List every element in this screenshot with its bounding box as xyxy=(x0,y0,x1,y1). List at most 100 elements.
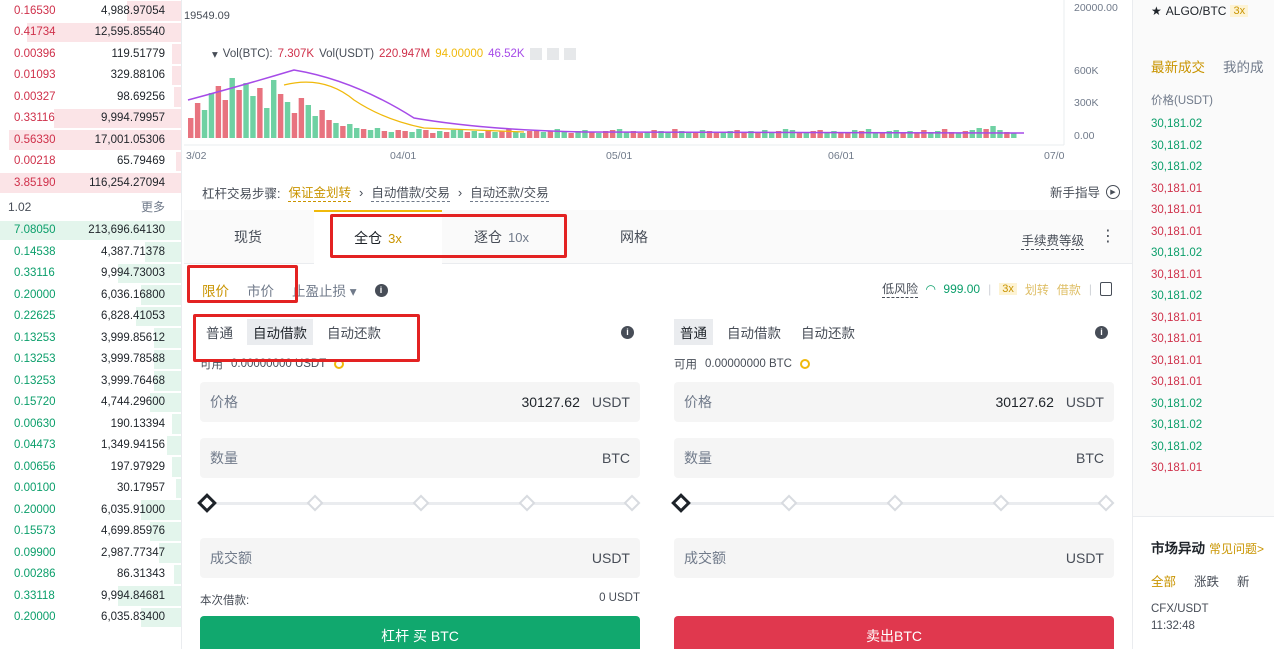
slider-mark-75[interactable] xyxy=(518,494,536,512)
buy-amount-slider[interactable] xyxy=(197,488,641,518)
slider-mark-50[interactable] xyxy=(886,494,904,512)
trade-row: 30,181.01 xyxy=(1151,225,1203,238)
row-price: 0.16530 xyxy=(14,4,56,17)
order-type-stop-limit[interactable]: 止盈止损 ▾ xyxy=(292,280,357,300)
volume-bar xyxy=(554,129,560,138)
row-price: 0.20000 xyxy=(14,611,56,624)
borrow-link[interactable]: 借款 xyxy=(1057,281,1081,298)
bids-row[interactable]: 0.15573 4,699.85976 xyxy=(0,521,181,543)
bids-row[interactable]: 0.15720 4,744.29600 xyxy=(0,392,181,414)
bids-row[interactable]: 0.33116 9,994.73003 xyxy=(0,263,181,285)
bids-row[interactable]: 0.14538 4,387.71378 xyxy=(0,241,181,263)
calculator-icon[interactable] xyxy=(1100,282,1112,296)
sell-mode-auto-borrow[interactable]: 自动借款 xyxy=(721,319,787,345)
bids-row[interactable]: 0.20000 6,035.83400 xyxy=(0,607,181,629)
bids-row[interactable]: 7.08050 213,696.64130 xyxy=(0,220,181,242)
slider-mark-100[interactable] xyxy=(1097,494,1115,512)
volume-bar xyxy=(388,132,394,138)
gauge-icon: ◠ xyxy=(926,282,936,296)
sell-amount-slider[interactable] xyxy=(671,488,1115,518)
legend-eye-icon[interactable] xyxy=(529,48,542,60)
asks-row[interactable]: 0.16530 4,988.97054 xyxy=(0,0,181,22)
step-auto-repay[interactable]: 自动还款/交易 xyxy=(470,182,549,202)
kline-chart[interactable]: 19549.09 ▾ Vol(BTC): 7.307K Vol(USDT) 22… xyxy=(184,0,1132,170)
tab-spot[interactable]: 现货 xyxy=(234,210,262,264)
buy-total-field[interactable]: 成交额 USDT xyxy=(200,538,640,578)
buy-price-field[interactable]: 价格 30127.62 USDT xyxy=(200,382,640,422)
bids-row[interactable]: 0.13253 3,999.78588 xyxy=(0,349,181,371)
volume-bar xyxy=(616,129,623,138)
legend-settings-icon[interactable] xyxy=(546,48,559,60)
bids-row[interactable]: 0.00656 197.97929 xyxy=(0,456,181,478)
slider-mark-50[interactable] xyxy=(412,494,430,512)
risk-level-label[interactable]: 低风险 xyxy=(882,280,919,298)
mkt-tab-change[interactable]: 涨跌 xyxy=(1194,571,1219,590)
market-move-item[interactable]: CFX/USDT 11:32:48 xyxy=(1151,601,1209,635)
asks-row[interactable]: 0.00327 98.69256 xyxy=(0,86,181,108)
tab-grid[interactable]: 网格 xyxy=(620,210,648,264)
asks-row[interactable]: 0.00218 65.79469 xyxy=(0,151,181,173)
bids-row[interactable]: 0.00100 30.17957 xyxy=(0,478,181,500)
faq-link[interactable]: 常见问题> xyxy=(1209,542,1264,556)
sell-mode-normal[interactable]: 普通 xyxy=(674,319,713,345)
slider-mark-75[interactable] xyxy=(992,494,1010,512)
sell-amount-field[interactable]: 数量 BTC xyxy=(674,438,1114,478)
row-amount: 17,001.05306 xyxy=(94,133,165,146)
volume-bar xyxy=(568,133,574,138)
legend-close-icon[interactable] xyxy=(563,48,576,60)
volume-bar xyxy=(672,129,678,138)
volume-bar xyxy=(699,130,706,138)
bids-row[interactable]: 0.00630 190.13394 xyxy=(0,413,181,435)
asks-row[interactable]: 3.85190 116,254.27094 xyxy=(0,172,181,194)
asks-row[interactable]: 0.01093 329.88106 xyxy=(0,65,181,87)
bids-row[interactable]: 0.09900 2,987.77347 xyxy=(0,542,181,564)
sell-total-field[interactable]: 成交额 USDT xyxy=(674,538,1114,578)
coin-icon[interactable] xyxy=(799,359,810,369)
vol-usdt-value: 220.947M xyxy=(379,48,431,60)
step-auto-borrow[interactable]: 自动借款/交易 xyxy=(371,182,450,202)
step-margin-transfer[interactable]: 保证金划转 xyxy=(288,182,351,202)
beginner-guide[interactable]: 新手指导 ▶ xyxy=(1050,182,1120,201)
sell-price-field[interactable]: 价格 30127.62 USDT xyxy=(674,382,1114,422)
mkt-tab-all[interactable]: 全部 xyxy=(1151,571,1176,590)
fee-level-link[interactable]: 手续费等级 xyxy=(1021,230,1084,250)
info-icon[interactable]: i xyxy=(1095,325,1108,339)
bids-row[interactable]: 0.13253 3,999.85612 xyxy=(0,327,181,349)
slider-handle[interactable] xyxy=(197,493,217,513)
row-amount: 65.79469 xyxy=(117,155,165,168)
bids-row[interactable]: 0.22625 6,828.41053 xyxy=(0,306,181,328)
transfer-link[interactable]: 划转 xyxy=(1025,281,1049,298)
trade-tabs: 最新成交 我的成 xyxy=(1151,56,1264,76)
bids-row[interactable]: 0.20000 6,036.16800 xyxy=(0,284,181,306)
slider-mark-100[interactable] xyxy=(623,494,641,512)
asks-row[interactable]: 0.00396 119.51779 xyxy=(0,43,181,65)
tab-spot-label: 现货 xyxy=(234,229,262,245)
info-icon[interactable]: i xyxy=(374,283,388,297)
info-icon[interactable]: i xyxy=(621,325,634,339)
margin-buy-button[interactable]: 杠杆 买 BTC xyxy=(200,616,640,649)
tab-latest-trades[interactable]: 最新成交 xyxy=(1151,56,1205,76)
sell-mode-auto-repay[interactable]: 自动还款 xyxy=(795,319,861,345)
slider-mark-25[interactable] xyxy=(780,494,798,512)
slider-handle[interactable] xyxy=(671,493,691,513)
asks-row[interactable]: 0.56330 17,001.05306 xyxy=(0,129,181,151)
mkt-tab-new[interactable]: 新 xyxy=(1237,571,1250,590)
buy-amount-field[interactable]: 数量 BTC xyxy=(200,438,640,478)
star-icon[interactable]: ★ xyxy=(1151,4,1162,18)
bids-row[interactable]: 0.04473 1,349.94156 xyxy=(0,435,181,457)
bids-row[interactable]: 0.33118 9,994.84681 xyxy=(0,585,181,607)
slider-mark-25[interactable] xyxy=(306,494,324,512)
leverage-badge[interactable]: 3x xyxy=(999,283,1017,295)
tab-my-trades[interactable]: 我的成 xyxy=(1223,56,1264,76)
more-options-icon[interactable]: ⋮ xyxy=(1100,226,1116,246)
legend-collapse-icon[interactable]: ▾ xyxy=(212,47,218,61)
asks-row[interactable]: 0.33116 9,994.79957 xyxy=(0,108,181,130)
bids-row[interactable]: 0.13253 3,999.76468 xyxy=(0,370,181,392)
bids-row[interactable]: 0.20000 6,035.91000 xyxy=(0,499,181,521)
more-link[interactable]: 更多 xyxy=(141,198,165,215)
pair-selector[interactable]: ★ ALGO/BTC 3x xyxy=(1151,4,1249,18)
sell-button[interactable]: 卖出BTC xyxy=(674,616,1114,649)
asks-row[interactable]: 0.41734 12,595.85540 xyxy=(0,22,181,44)
bids-row[interactable]: 0.00286 86.31343 xyxy=(0,564,181,586)
volume-bar xyxy=(271,80,277,138)
